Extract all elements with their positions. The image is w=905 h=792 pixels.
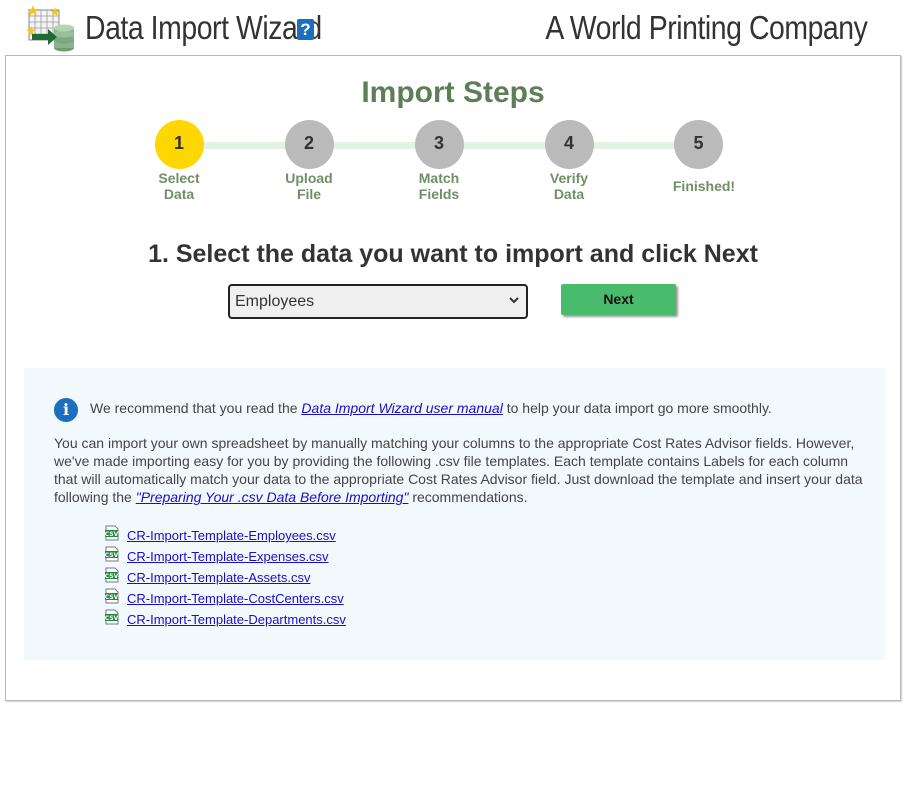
data-import-logo-icon bbox=[26, 4, 76, 52]
description-text: You can import your own spreadsheet by m… bbox=[54, 435, 863, 505]
step-circle: 5 bbox=[674, 120, 723, 169]
selected-value: Employees bbox=[235, 293, 315, 310]
preparing-data-link[interactable]: "Preparing Your .csv Data Before Importi… bbox=[136, 489, 409, 505]
step-label: Finished! bbox=[672, 178, 736, 194]
step-circle: 2 bbox=[284, 120, 334, 169]
recommend-text: We recommend that you read the Data Impo… bbox=[90, 400, 772, 416]
svg-text:CSV: CSV bbox=[105, 615, 119, 622]
step-label: Verify Data bbox=[549, 170, 589, 202]
svg-text:CSV: CSV bbox=[105, 531, 119, 538]
step-circle: 4 bbox=[544, 120, 594, 169]
template-link-employees[interactable]: CR-Import-Template-Employees.csv bbox=[127, 528, 336, 543]
step-2: 2 Upload File bbox=[264, 120, 354, 202]
company-name: A World Printing Company bbox=[545, 9, 867, 46]
csv-file-icon: CSV bbox=[105, 588, 119, 604]
chevron-down-icon bbox=[509, 297, 519, 304]
instruction-heading: 1. Select the data you want to import an… bbox=[148, 240, 758, 268]
app-title: Data Import Wizard bbox=[85, 9, 322, 46]
csv-file-icon: CSV bbox=[105, 567, 119, 583]
template-link-expenses[interactable]: CR-Import-Template-Expenses.csv bbox=[127, 549, 329, 564]
header: Data Import Wizard ? A World Printing Co… bbox=[0, 0, 905, 56]
help-icon[interactable]: ? bbox=[297, 19, 314, 40]
svg-text:CSV: CSV bbox=[105, 594, 119, 601]
step-progress: 1 Select Data 2 Upload File 3 Match Fields … bbox=[6, 120, 900, 210]
step-circle: 1 bbox=[154, 120, 204, 169]
step-3: 3 Match Fields bbox=[394, 120, 484, 202]
info-box: i We recommend that you read the Data Im… bbox=[24, 368, 885, 660]
step-label: Match Fields bbox=[418, 170, 460, 202]
template-link-costcenters[interactable]: CR-Import-Template-CostCenters.csv bbox=[127, 591, 344, 606]
step-label: Upload File bbox=[285, 170, 333, 202]
svg-text:CSV: CSV bbox=[105, 552, 119, 559]
wizard-panel: Import Steps 1 Select Data 2 Upload File 3… bbox=[5, 55, 901, 701]
data-type-select[interactable]: Employees bbox=[228, 284, 528, 319]
step-circle: 3 bbox=[414, 120, 464, 169]
csv-file-icon: CSV bbox=[105, 546, 119, 562]
csv-file-icon: CSV bbox=[105, 525, 119, 541]
next-button[interactable]: Next bbox=[561, 284, 676, 315]
step-4: 4 Verify Data bbox=[524, 120, 614, 202]
template-link-departments[interactable]: CR-Import-Template-Departments.csv bbox=[127, 612, 346, 627]
template-link-assets[interactable]: CR-Import-Template-Assets.csv bbox=[127, 570, 310, 585]
user-manual-link[interactable]: Data Import Wizard user manual bbox=[301, 400, 502, 416]
step-1: 1 Select Data bbox=[134, 120, 224, 202]
info-icon: i bbox=[54, 398, 78, 422]
step-label: Select Data bbox=[158, 170, 200, 202]
steps-title: Import Steps bbox=[361, 76, 545, 109]
svg-text:CSV: CSV bbox=[105, 573, 119, 580]
step-5: 5 Finished! bbox=[654, 120, 754, 194]
csv-file-icon: CSV bbox=[105, 609, 119, 625]
